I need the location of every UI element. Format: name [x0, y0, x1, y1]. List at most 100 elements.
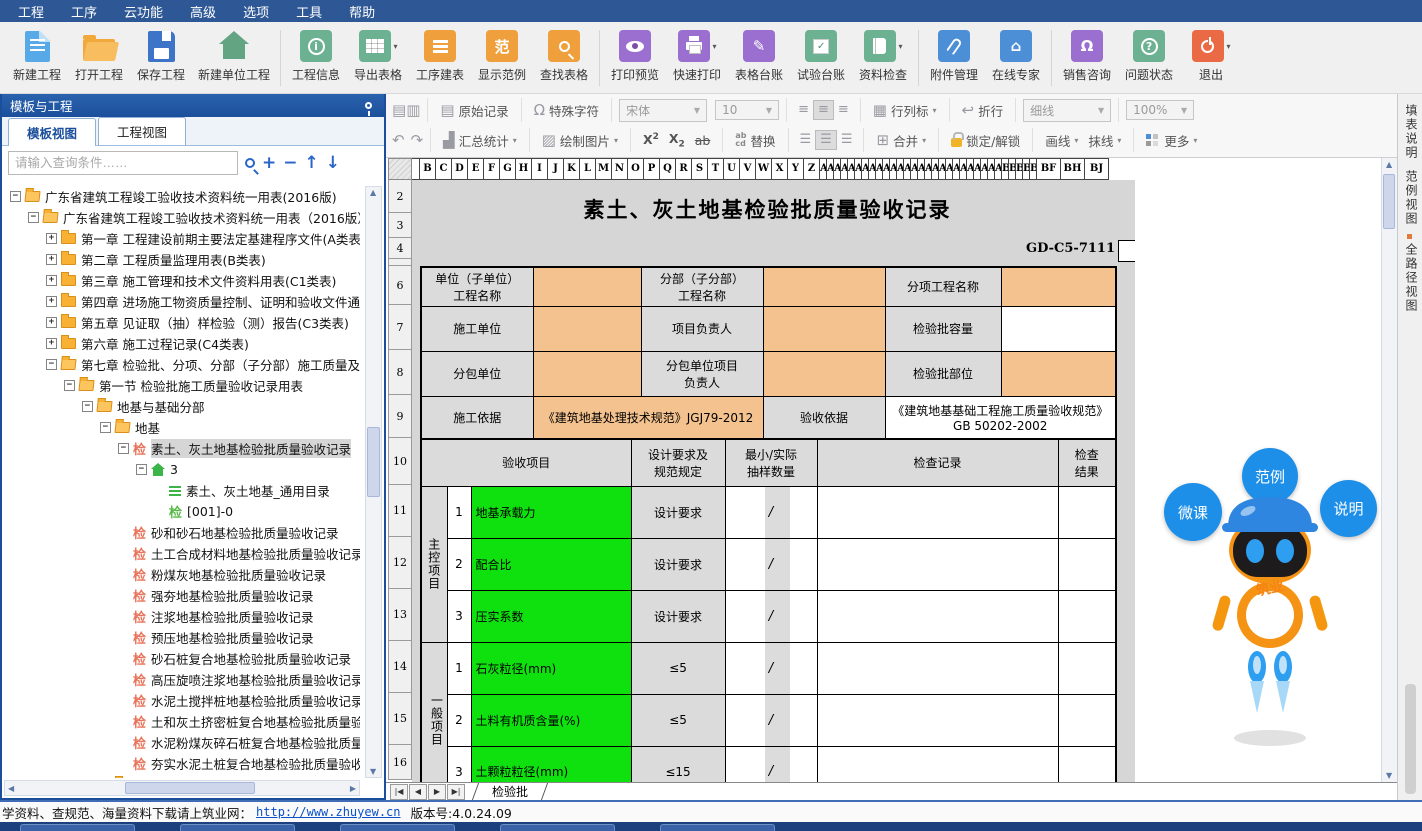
tree-vertical-scrollbar[interactable]: ▲ ▼	[365, 186, 382, 778]
column-header-AT[interactable]: AT	[953, 158, 960, 180]
column-header-G[interactable]: G	[500, 158, 516, 180]
row-header-2[interactable]: 2	[388, 180, 412, 213]
expand-all-icon[interactable]: +	[262, 153, 276, 173]
column-header-X[interactable]: X	[772, 158, 788, 180]
cell[interactable]: ≤5	[631, 642, 725, 694]
column-header-AC[interactable]: AC	[834, 158, 841, 180]
cell[interactable]: 《建筑地基基础工程施工质量验收规范》GB 50202-2002	[885, 396, 1116, 439]
cell[interactable]: 压实系数	[471, 590, 631, 642]
cell[interactable]	[817, 642, 1058, 694]
column-header-B[interactable]: B	[420, 158, 436, 180]
toolbar-button-工程信息[interactable]: i工程信息	[285, 26, 347, 85]
tree-item[interactable]: −第一节 检验批施工质量验收记录用表	[6, 375, 360, 396]
cell[interactable]: 施工单位	[421, 306, 533, 351]
column-header-AN[interactable]: AN	[911, 158, 918, 180]
more-button[interactable]: 更多▾	[1141, 128, 1202, 153]
dropdown-arrow-icon[interactable]: ▾	[899, 42, 903, 51]
tree-item[interactable]: 检水泥粉煤灰碎石桩复合地基检验批质量	[6, 732, 360, 753]
cell[interactable]: 设计要求	[631, 590, 725, 642]
draw-picture-button[interactable]: ▨绘制图片▾	[537, 128, 623, 153]
select-all-corner[interactable]	[388, 158, 412, 180]
cell[interactable]: 配合比	[471, 538, 631, 590]
tree-item[interactable]: +第二章 工程质量监理用表(B类表)	[6, 249, 360, 270]
column-header-AG[interactable]: AG	[862, 158, 869, 180]
line-style-select[interactable]: 细线▼	[1023, 99, 1111, 122]
header-cell[interactable]: 设计要求及 规范规定	[631, 439, 725, 486]
column-header-AY[interactable]: AY	[988, 158, 995, 180]
cell[interactable]	[817, 486, 1058, 538]
replace-button[interactable]: abcd替换	[730, 128, 780, 153]
align-middle-icon[interactable]: ≡	[813, 100, 834, 120]
draw-line-button[interactable]: 画线▾	[1040, 128, 1083, 153]
toolbar-button-新建工程[interactable]: 新建工程	[6, 26, 68, 85]
toolbar-button-显示范例[interactable]: 范显示范例	[471, 26, 533, 85]
tree-item[interactable]: +第五章 见证取（抽）样检验（测）报告(C3类表)	[6, 312, 360, 333]
code-box[interactable]	[1118, 240, 1135, 262]
row-header-9[interactable]: 9	[388, 395, 412, 438]
scroll-right-icon[interactable]: ▶	[350, 784, 356, 793]
expand-icon[interactable]: +	[46, 233, 57, 244]
tree-item[interactable]: −广东省建筑工程竣工验收技术资料统一用表(2016版)	[6, 186, 360, 207]
cell[interactable]	[763, 306, 885, 351]
sheet-tab-active[interactable]: 检验批	[472, 783, 548, 800]
cell[interactable]	[533, 351, 641, 396]
row-col-header-button[interactable]: ▦行列标▾	[868, 98, 942, 123]
cell[interactable]	[1058, 538, 1116, 590]
tree-item[interactable]: 检土工合成材料地基检验批质量验收记录	[6, 543, 360, 564]
row-header-6[interactable]: 6	[388, 266, 412, 305]
tab-fill-instructions[interactable]: 填表说明	[1403, 104, 1420, 160]
toolbar-button-试验台账[interactable]: 试验台账	[790, 26, 852, 85]
column-header-BJ[interactable]: BJ	[1085, 158, 1109, 180]
tree-item[interactable]: 检砂和砂石地基检验批质量验收记录	[6, 522, 360, 543]
tree-item[interactable]: 检[001]-0	[6, 501, 360, 522]
cell[interactable]: 设计要求	[631, 538, 725, 590]
menu-item-高级[interactable]: 高级	[190, 2, 216, 21]
column-header-E[interactable]: E	[468, 158, 484, 180]
column-header-AP[interactable]: AP	[925, 158, 932, 180]
collapse-icon[interactable]: −	[10, 191, 21, 202]
group-cell[interactable]: 主控项目	[421, 486, 447, 642]
lock-unlock-button[interactable]: 锁定/解锁	[946, 128, 1025, 153]
cell[interactable]: /	[725, 642, 817, 694]
cell[interactable]	[533, 306, 641, 351]
header-cell[interactable]: 最小/实际 抽样数量	[725, 439, 817, 486]
column-header-AV[interactable]: AV	[967, 158, 974, 180]
cell[interactable]	[1058, 694, 1116, 746]
redo-icon[interactable]: ↷	[411, 133, 424, 148]
tree-item[interactable]: 检水泥土搅拌桩地基检验批质量验收记录	[6, 690, 360, 711]
column-header-AU[interactable]: AU	[960, 158, 967, 180]
summary-stats-button[interactable]: ▟汇总统计▾	[438, 128, 522, 153]
align-top-icon[interactable]: ≡	[794, 101, 813, 119]
dock-scroll-thumb[interactable]	[1405, 684, 1416, 794]
cell[interactable]: 设计要求	[631, 486, 725, 538]
row-header-3[interactable]: 3	[388, 213, 412, 238]
dropdown-arrow-icon[interactable]: ▾	[394, 42, 398, 51]
tree-item[interactable]: 检高压旋喷注浆地基检验批质量验收记录	[6, 669, 360, 690]
scroll-up-icon[interactable]: ▲	[370, 188, 376, 197]
undo-icon[interactable]: ↶	[392, 133, 405, 148]
column-header-BB[interactable]: BB	[1009, 158, 1016, 180]
dropdown-arrow-icon[interactable]: ▾	[1227, 42, 1231, 51]
column-header-L[interactable]: L	[580, 158, 596, 180]
search-icon[interactable]	[245, 158, 255, 168]
column-header-BE[interactable]: BE	[1030, 158, 1037, 180]
row-header-16[interactable]: 16	[388, 745, 412, 780]
cell[interactable]: 分项工程名称	[885, 267, 1001, 306]
superscript-button[interactable]: X2	[638, 129, 664, 150]
header-cell[interactable]: 检查记录	[817, 439, 1058, 486]
collapse-icon[interactable]: −	[136, 464, 147, 475]
menu-item-工具[interactable]: 工具	[296, 2, 322, 21]
cell[interactable]	[763, 267, 885, 306]
special-char-button[interactable]: Ω特殊字符	[529, 98, 604, 123]
subscript-button[interactable]: X2	[664, 128, 690, 153]
row-header-12[interactable]: 12	[388, 537, 412, 589]
cell[interactable]	[817, 590, 1058, 642]
group-cell[interactable]: 一般项目	[421, 642, 447, 782]
column-header-AD[interactable]: AD	[841, 158, 848, 180]
cell[interactable]: /	[725, 590, 817, 642]
tree-item[interactable]: +基础	[6, 774, 360, 778]
prev-icon[interactable]: ↑	[305, 153, 319, 173]
tab-工程视图[interactable]: 工程视图	[98, 117, 186, 145]
column-header-AH[interactable]: AH	[869, 158, 876, 180]
header-cell[interactable]: 验收项目	[421, 439, 631, 486]
